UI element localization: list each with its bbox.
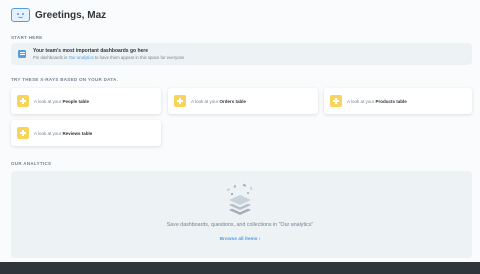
xray-card-people[interactable]: A look at your People table [11,88,161,114]
xray-card-orders[interactable]: A look at your Orders table [168,88,318,114]
empty-collection-icon [226,183,253,215]
dashboard-icon [18,50,26,58]
xray-card-label: A look at your Orders table [191,98,247,104]
pin-card-subtitle: Pin dashboards in Our analytics to have … [33,55,185,60]
xray-card-reviews[interactable]: A look at your Reviews table [11,120,161,146]
plus-icon [330,95,342,107]
chevron-right-icon: › [258,237,261,242]
our-analytics-label: OUR ANALYTICS [11,161,52,166]
xray-card-label: A look at your Products table [347,98,407,104]
metabot-icon [11,8,30,22]
start-here-label: START HERE [11,35,43,40]
empty-state-message: Save dashboards, questions, and collecti… [166,222,314,228]
browse-all-items-link[interactable]: Browse all items › [0,237,480,242]
plus-icon [17,95,29,107]
greeting-title: Greetings, Maz [35,9,107,21]
bottom-bar [0,262,480,274]
xray-card-label: A look at your People table [34,98,90,104]
home-header: Greetings, Maz [11,8,106,22]
xray-card-products[interactable]: A look at your Products table [324,88,472,114]
xray-card-label: A look at your Reviews table [34,130,93,136]
pin-dashboards-card: Your team's most important dashboards go… [11,43,472,65]
pin-card-title: Your team's most important dashboards go… [33,48,149,54]
plus-icon [174,95,186,107]
our-analytics-link[interactable]: Our analytics [69,55,94,60]
plus-icon [17,127,29,139]
xrays-label: TRY THESE X-RAYS BASED ON YOUR DATA. [11,77,119,82]
